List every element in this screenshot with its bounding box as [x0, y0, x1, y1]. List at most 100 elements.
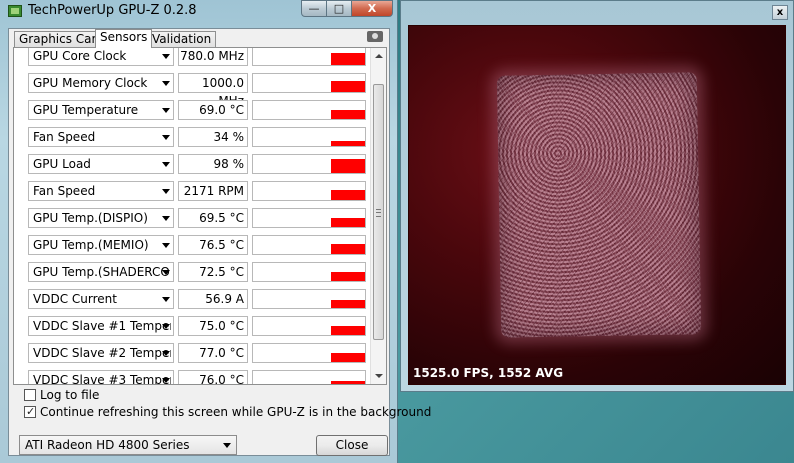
sensor-row: GPU Core Clock 780.0 MHz — [28, 48, 368, 68]
close-window-button[interactable]: X — [351, 0, 393, 17]
sensor-select[interactable]: GPU Core Clock — [28, 48, 174, 66]
scroll-thumb[interactable] — [373, 84, 384, 340]
sensor-graph-fill — [331, 159, 365, 173]
sensor-graph — [252, 73, 366, 93]
sensor-graph-fill — [331, 353, 365, 362]
sensor-select[interactable]: GPU Temp.(MEMIO) — [28, 235, 174, 255]
sensor-graph-fill — [331, 53, 365, 65]
chevron-down-icon — [162, 270, 170, 275]
sensor-value: 76.5 °C — [178, 235, 248, 255]
render-window: x 1525.0 FPS, 1552 AVG — [400, 0, 794, 392]
title-bar[interactable]: TechPowerUp GPU-Z 0.2.8 — □ X — [0, 0, 398, 22]
grip-icon — [376, 209, 381, 217]
sensor-select[interactable]: VDDC Slave #1 Temperature — [28, 316, 174, 336]
chevron-down-icon — [162, 135, 170, 140]
sensor-scrollbar[interactable] — [370, 48, 386, 384]
sensor-select[interactable]: VDDC Current — [28, 289, 174, 309]
minimize-button[interactable]: — — [301, 0, 327, 17]
maximize-button[interactable]: □ — [326, 0, 352, 17]
sensor-value: 98 % — [178, 154, 248, 174]
sensor-graph-fill — [331, 244, 365, 254]
tab-validation[interactable]: Validation — [147, 31, 217, 47]
sensor-select[interactable]: GPU Temp.(SHADERCORE) — [28, 262, 174, 282]
sensor-graph-fill — [331, 110, 365, 119]
sensor-row: VDDC Current 56.9 A — [28, 289, 368, 311]
sensor-graph-fill — [331, 81, 365, 92]
render-close-button[interactable]: x — [772, 5, 788, 20]
sensor-row: GPU Memory Clock 1000.0 MHz — [28, 73, 368, 108]
chevron-down-icon — [162, 54, 170, 59]
sensor-row: GPU Temp.(MEMIO) 76.5 °C — [28, 235, 368, 257]
scroll-down-icon[interactable] — [375, 374, 383, 378]
maximize-icon: □ — [333, 2, 345, 15]
sensor-row: GPU Load 98 % — [28, 154, 368, 176]
sensor-label: GPU Core Clock — [33, 49, 127, 63]
sensor-graph-fill — [331, 141, 365, 146]
sensor-row: Fan Speed 2171 RPM — [28, 181, 368, 203]
sensor-select[interactable]: GPU Load — [28, 154, 174, 174]
chevron-down-icon — [162, 108, 170, 113]
sensor-label: VDDC Current — [33, 292, 117, 306]
sensor-select[interactable]: GPU Temperature — [28, 100, 174, 120]
sensor-label: GPU Temp.(SHADERCORE) — [33, 265, 171, 279]
sensor-label: VDDC Slave #2 Temperature — [33, 346, 171, 360]
sensor-label: GPU Temp.(MEMIO) — [33, 238, 149, 252]
close-icon: x — [776, 7, 784, 18]
sensor-row: GPU Temperature 69.0 °C — [28, 100, 368, 122]
chevron-down-icon — [162, 216, 170, 221]
sensor-label: GPU Load — [33, 157, 91, 171]
sensor-row: GPU Temp.(DISPIO) 69.5 °C — [28, 208, 368, 230]
sensor-graph-fill — [331, 218, 365, 227]
sensor-row: GPU Temp.(SHADERCORE) 72.5 °C — [28, 262, 368, 284]
sensor-graph — [252, 127, 366, 147]
sensor-value: 780.0 MHz — [178, 48, 248, 66]
chevron-down-icon — [162, 297, 170, 302]
sensor-select[interactable]: VDDC Slave #2 Temperature — [28, 343, 174, 363]
sensor-graph — [252, 262, 366, 282]
chevron-down-icon — [162, 243, 170, 248]
sensors-panel: GPU Core Clock 780.0 MHz GPU Memory Clock 1… — [13, 47, 387, 385]
minimize-icon: — — [308, 2, 320, 15]
sensor-graph — [252, 316, 366, 336]
continue-refresh-label: Continue refreshing this screen while GP… — [40, 405, 432, 419]
sensor-select[interactable]: GPU Temp.(DISPIO) — [28, 208, 174, 228]
graphics-card-select[interactable]: ATI Radeon HD 4800 Series — [19, 435, 237, 455]
sensor-graph-fill — [331, 326, 365, 335]
scroll-up-icon[interactable] — [375, 54, 383, 58]
sensor-row: VDDC Slave #3 Temperature 76.0 °C — [28, 370, 368, 385]
sensor-select[interactable]: GPU Memory Clock — [28, 73, 174, 93]
sensor-select[interactable]: VDDC Slave #3 Temperature — [28, 370, 174, 385]
log-to-file-label: Log to file — [40, 388, 100, 402]
sensor-label: GPU Memory Clock — [33, 76, 148, 90]
chevron-down-icon — [162, 351, 170, 356]
sensor-label: Fan Speed — [33, 184, 96, 198]
sensor-graph-fill — [331, 300, 365, 308]
chevron-down-icon — [162, 81, 170, 86]
fps-counter: 1525.0 FPS, 1552 AVG — [413, 366, 564, 380]
chevron-down-icon — [162, 189, 170, 194]
camera-icon[interactable] — [367, 31, 383, 42]
sensor-graph — [252, 181, 366, 201]
sensor-value: 1000.0 MHz — [178, 73, 248, 108]
sensor-label: Fan Speed — [33, 130, 96, 144]
sensor-graph — [252, 370, 366, 384]
sensor-select[interactable]: Fan Speed — [28, 127, 174, 147]
sensor-value: 2171 RPM — [178, 181, 248, 201]
sensor-label: VDDC Slave #3 Temperature — [33, 373, 171, 385]
sensor-graph — [252, 100, 366, 120]
chevron-down-icon — [162, 378, 170, 383]
chevron-down-icon — [162, 162, 170, 167]
sensor-graph — [252, 343, 366, 363]
sensor-label: GPU Temperature — [33, 103, 139, 117]
tab-sensors[interactable]: Sensors — [95, 29, 153, 48]
gpuz-client-area: Graphics Card Sensors Validation GPU Cor… — [8, 28, 431, 456]
sensor-graph-fill — [331, 272, 365, 281]
gpuz-window: TechPowerUp GPU-Z 0.2.8 — □ X Graphics C… — [0, 0, 431, 463]
sensor-row: VDDC Slave #2 Temperature 77.0 °C — [28, 343, 368, 365]
sensor-value: 69.0 °C — [178, 100, 248, 120]
log-to-file-checkbox[interactable] — [24, 389, 36, 401]
sensor-select[interactable]: Fan Speed — [28, 181, 174, 201]
sensor-graph — [252, 154, 366, 174]
continue-refresh-checkbox[interactable]: ✓ — [24, 405, 36, 418]
close-button[interactable]: Close — [316, 435, 388, 456]
